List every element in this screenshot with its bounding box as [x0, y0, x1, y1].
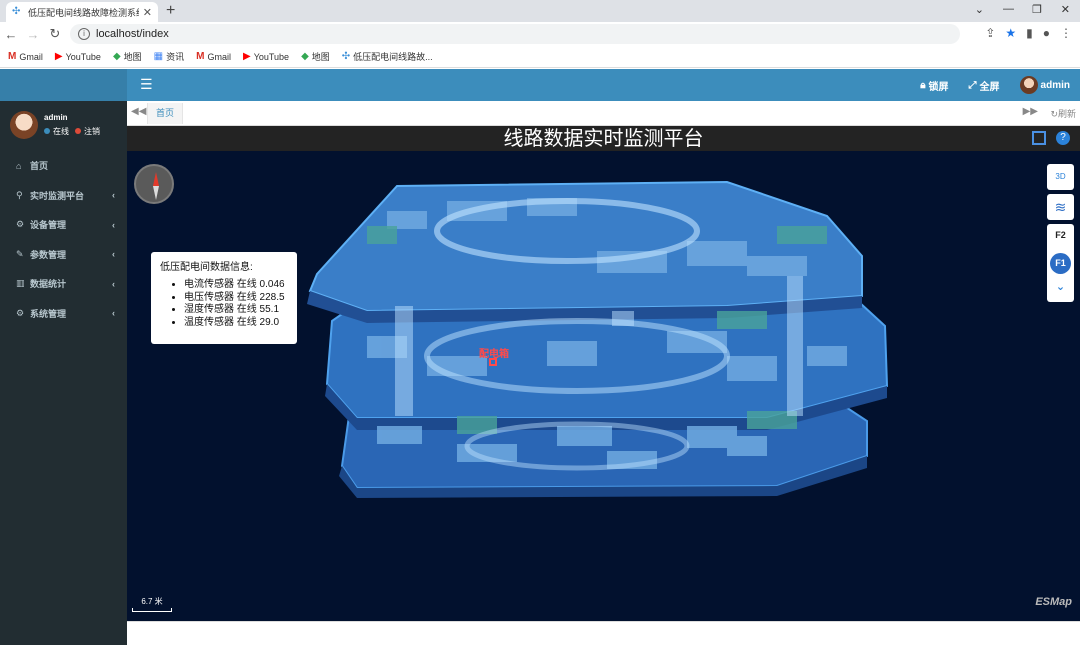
tabs-scroll-left-icon[interactable]: ◀◀ [131, 106, 146, 117]
bookmark-youtube-2[interactable]: ▶ YouTube [243, 51, 289, 62]
floor-selector: F2 F1 ⌄ [1047, 224, 1074, 302]
bookmark-news[interactable]: ▦ 资讯 [154, 50, 184, 63]
sensor-current: 电流传感器 在线 0.046 [184, 279, 288, 292]
forward-icon[interactable]: → [22, 27, 44, 42]
restore-icon[interactable]: ❐ [1032, 3, 1042, 16]
maps-icon: ◆ [112, 51, 121, 62]
chevron-left-icon: ‹ [112, 249, 115, 260]
sidebar-item-monitor[interactable]: ⚲ 实时监测平台 ‹ [0, 181, 127, 211]
refresh-button[interactable]: ↻刷新 [1050, 107, 1076, 120]
site-favicon-icon: ✣ [12, 6, 21, 17]
url-text: localhost/index [96, 28, 169, 40]
news-icon: ▦ [153, 51, 164, 62]
rotate-3d-icon: 3D [1055, 172, 1066, 181]
chevron-double-down-icon[interactable]: ⌄ [1047, 280, 1074, 293]
bookmark-youtube[interactable]: ▶ YouTube [55, 51, 101, 62]
floor-f1-button[interactable]: F1 [1050, 253, 1071, 274]
sidebar-item-system[interactable]: ⚙ 系统管理 ‹ [0, 299, 127, 329]
expand-icon: ⤢ [968, 79, 977, 91]
info-heading: 低压配电间数据信息: [160, 262, 253, 273]
side-panel-icon[interactable]: ▮ [1026, 26, 1033, 40]
toggle-3d-button[interactable]: 3D [1047, 164, 1074, 190]
maps-icon: ◆ [301, 51, 309, 62]
browser-tab[interactable]: ✣ 低压配电间线路故障检测系统首页 ✕ [6, 2, 158, 22]
chevron-left-icon: ‹ [112, 190, 115, 201]
new-tab-icon[interactable]: + [166, 2, 175, 20]
gmail-icon: M [8, 51, 17, 62]
avatar [10, 111, 38, 139]
chevron-left-icon: ‹ [112, 219, 115, 230]
sidebar-item-home[interactable]: ⌂ 首页 [0, 151, 127, 181]
back-icon[interactable]: ← [0, 27, 22, 42]
page-footer [127, 621, 1080, 645]
tab-search-icon[interactable]: ⌄ [975, 3, 984, 16]
site-favicon-icon: ✣ [341, 51, 351, 62]
share-icon[interactable]: ⇪ [985, 26, 995, 40]
esmap-logo: ESMap [1035, 596, 1072, 608]
sidebar-item-params[interactable]: ✎ 参数管理 ‹ [0, 240, 127, 270]
browser-menu-icon[interactable]: ⋮ [1060, 26, 1072, 40]
profile-icon[interactable]: ● [1043, 26, 1050, 40]
close-window-icon[interactable]: ✕ [1061, 3, 1070, 16]
bookmark-app[interactable]: ✣ 低压配电间线路故... [342, 50, 433, 63]
chevron-left-icon: ‹ [112, 278, 115, 289]
minimize-icon[interactable]: — [1003, 3, 1014, 15]
map-view[interactable]: 线路数据实时监测平台 ? 配电箱 低压配电间数据信息: • 电流传感器 在线 0… [127, 126, 1080, 621]
sidebar-menu: ⌂ 首页 ⚲ 实时监测平台 ‹ ⚙ 设备管理 ‹ ✎ 参数管理 ‹ ▥ 数据统计 ‹ ⚙ 系统管理 ‹ [0, 151, 127, 328]
gmail-icon: M [196, 51, 205, 62]
browser-tab-bar: ✣ 低压配电间线路故障检测系统首页 ✕ + ⌄ — ❐ ✕ [0, 0, 1080, 22]
layers-icon: ≋ [1054, 199, 1067, 215]
fullscreen-button[interactable]: ⤢ 全屏 [969, 78, 1000, 93]
sensor-voltage: 电压传感器 在线 228.5 [184, 292, 288, 305]
lock-screen-button[interactable]: 🔒︎ 锁屏 [920, 78, 948, 93]
online-status: 在线 [44, 126, 69, 137]
tabs-scroll-right-icon[interactable]: ▶▶ [1023, 106, 1038, 117]
menu-toggle-icon[interactable]: ☰ [140, 76, 153, 93]
building-3d-map[interactable] [127, 126, 1080, 621]
distribution-box-marker-icon[interactable] [489, 358, 497, 366]
map-scale: 6.7 米 [132, 596, 172, 612]
user-panel: admin 在线 注销 [0, 101, 127, 145]
bookmark-gmail-2[interactable]: M Gmail [196, 51, 231, 62]
chevron-left-icon: ‹ [112, 308, 115, 319]
binoculars-icon: ⚲ [16, 189, 23, 200]
floor-f2-button[interactable]: F2 [1047, 230, 1074, 240]
bookmark-star-icon[interactable]: ★ [1005, 26, 1016, 40]
wrench-icon: ✎ [16, 248, 24, 259]
refresh-icon: ↻ [1050, 109, 1058, 119]
youtube-icon: ▶ [54, 51, 63, 62]
close-tab-icon[interactable]: ✕ [143, 6, 152, 19]
address-bar: ← → ↻ i localhost/index ⇪ ★ ▮ ● ⋮ [0, 22, 1080, 46]
user-menu-button[interactable]: admin [1019, 76, 1070, 94]
browser-tab-title: 低压配电间线路故障检测系统首页 [28, 7, 139, 18]
youtube-icon: ▶ [242, 51, 251, 62]
bookmarks-bar: M Gmail ▶ YouTube ◆ 地图 ▦ 资讯 M Gmail ▶ YouTube … [0, 46, 1080, 68]
site-info-icon[interactable]: i [78, 28, 90, 40]
sensor-temperature: 温度传感器 在线 29.0 [184, 317, 288, 330]
user-name: admin [44, 113, 68, 122]
avatar [1019, 76, 1038, 94]
bookmark-maps[interactable]: ◆ 地图 [113, 50, 142, 63]
gears-icon: ⚙ [16, 219, 25, 230]
sensor-list: 电流传感器 在线 0.046 电压传感器 在线 228.5 湿度传感器 在线 5… [160, 279, 288, 329]
bar-chart-icon: ▥ [16, 278, 25, 289]
home-icon: ⌂ [16, 160, 22, 171]
bookmark-gmail[interactable]: M Gmail [8, 51, 43, 62]
brand-area [0, 69, 127, 101]
layers-button[interactable]: ≋ [1047, 194, 1074, 220]
sidebar: admin 在线 注销 ⌂ 首页 ⚲ 实时监测平台 ‹ ⚙ 设备管理 ‹ ✎ 参数管理 ‹ ▥… [0, 101, 127, 645]
url-field[interactable]: i localhost/index [70, 24, 960, 44]
logout-link[interactable]: 注销 [75, 126, 100, 137]
app-header: ☰ 🔒︎ 锁屏 ⤢ 全屏 admin [0, 69, 1080, 101]
lock-icon: 🔒︎ [920, 79, 926, 91]
sensor-info-popup: 低压配电间数据信息: 电流传感器 在线 0.046 电压传感器 在线 228.5… [151, 252, 297, 344]
bookmark-maps-2[interactable]: ◆ 地图 [301, 50, 330, 63]
page-tabs-bar: ◀◀ 首页 ▶▶ ↻刷新 [127, 101, 1080, 126]
gear-icon: ⚙ [16, 307, 25, 318]
sidebar-item-stats[interactable]: ▥ 数据统计 ‹ [0, 269, 127, 299]
sensor-humidity: 湿度传感器 在线 55.1 [184, 304, 288, 317]
tab-home[interactable]: 首页 [147, 103, 184, 124]
sidebar-item-devices[interactable]: ⚙ 设备管理 ‹ [0, 210, 127, 240]
reload-icon[interactable]: ↻ [44, 26, 66, 42]
